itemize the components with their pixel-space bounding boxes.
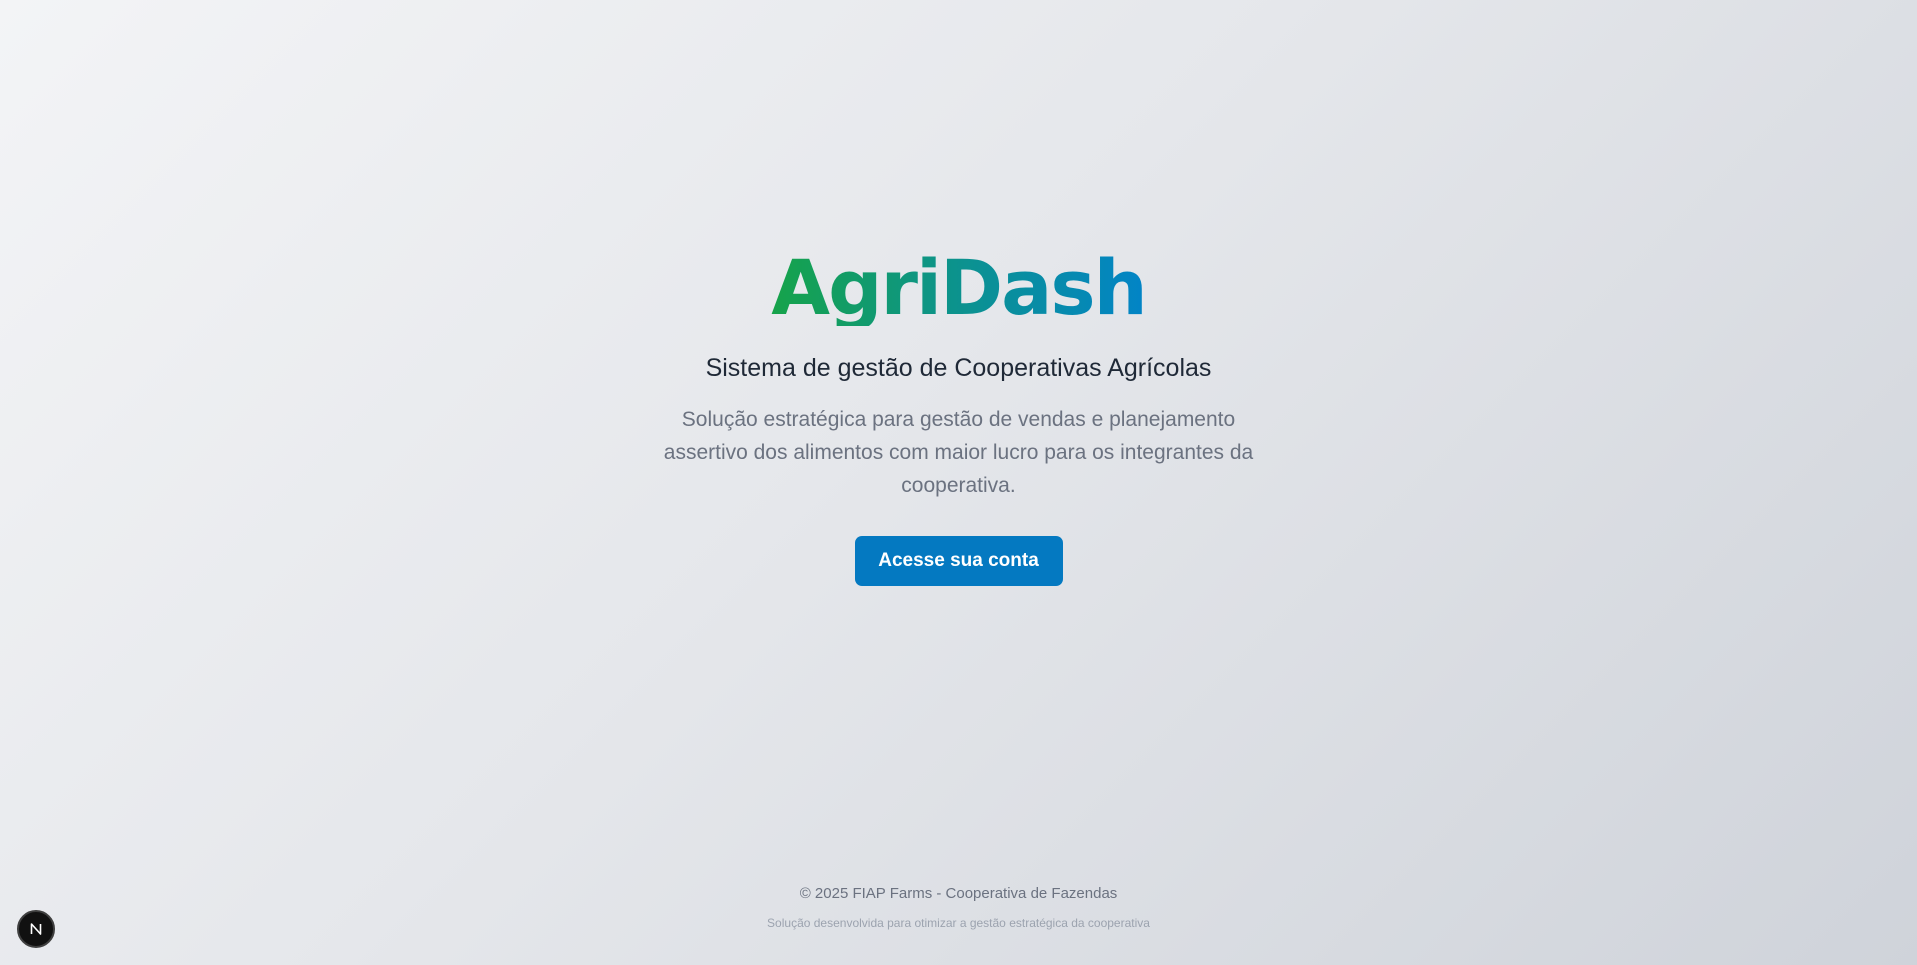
hero-description: Solução estratégica para gestão de venda…: [663, 408, 1254, 497]
hero-section: AgriDash Sistema de gestão de Cooperativ…: [0, 250, 1917, 586]
footer-tagline: Solução desenvolvida para otimizar a ges…: [767, 916, 1150, 930]
footer-copyright: © 2025 FIAP Farms - Cooperativa de Fazen…: [799, 885, 1118, 902]
nextjs-icon: [30, 923, 42, 935]
hero-subtitle: Sistema de gestão de Cooperativas Agríco…: [705, 354, 1212, 382]
page-footer: © 2025 FIAP Farms - Cooperativa de Fazen…: [0, 885, 1917, 930]
nextjs-dev-indicator[interactable]: [17, 910, 55, 948]
brand-logo-text: AgriDash: [771, 243, 1147, 332]
access-account-button[interactable]: Acesse sua conta: [854, 536, 1063, 586]
